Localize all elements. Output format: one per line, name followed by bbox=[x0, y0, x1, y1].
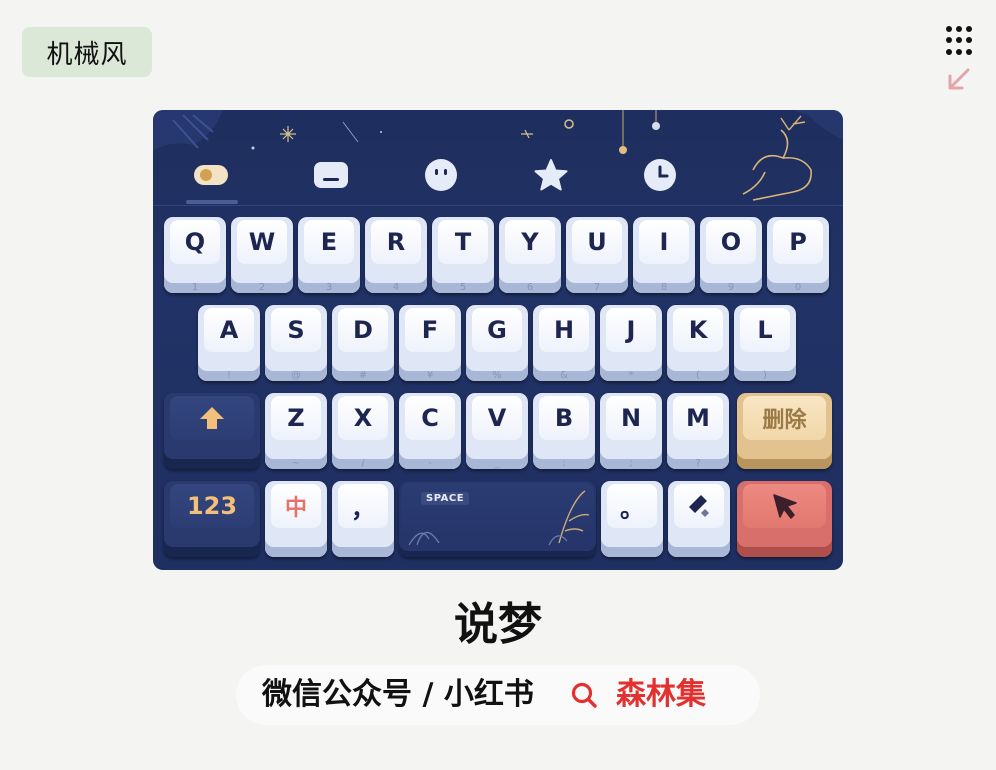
key-t[interactable]: T5 bbox=[432, 217, 494, 293]
key-z[interactable]: Z ~ bbox=[265, 393, 327, 469]
clock-icon[interactable] bbox=[642, 158, 678, 192]
space-key[interactable]: SPACE bbox=[399, 481, 596, 557]
delete-key-label: 删除 bbox=[743, 396, 826, 440]
key-g[interactable]: G% bbox=[466, 305, 528, 381]
arrow-down-left-icon[interactable] bbox=[944, 66, 972, 94]
search-icon bbox=[571, 682, 597, 708]
key-l[interactable]: L) bbox=[734, 305, 796, 381]
number-mode-key[interactable]: 123 bbox=[164, 481, 260, 557]
key-o[interactable]: O9 bbox=[700, 217, 762, 293]
key-n[interactable]: N; bbox=[600, 393, 662, 469]
star-icon[interactable] bbox=[533, 158, 569, 192]
comma-key[interactable]: ， bbox=[332, 481, 394, 557]
key-u[interactable]: U7 bbox=[566, 217, 628, 293]
key-h[interactable]: H & bbox=[533, 305, 595, 381]
brand-name[interactable]: 森林集 bbox=[616, 665, 706, 725]
key-p[interactable]: P0 bbox=[767, 217, 829, 293]
key-k[interactable]: K( bbox=[667, 305, 729, 381]
key-j[interactable]: J * bbox=[600, 305, 662, 381]
grid-menu-icon[interactable] bbox=[946, 26, 976, 56]
key-v[interactable]: V _ bbox=[466, 393, 528, 469]
key-e[interactable]: E3 bbox=[298, 217, 360, 293]
key-q[interactable]: Q1 bbox=[164, 217, 226, 293]
leaf-decoration bbox=[408, 490, 590, 546]
send-key[interactable] bbox=[737, 481, 832, 557]
keyboard-skin-preview: Q1 W2 E3 R4 T5 Y6 U7 I8 O9 P0 A! S @ D # F… bbox=[153, 110, 843, 570]
source-pill: 微信公众号 / 小红书 森林集 bbox=[236, 665, 760, 725]
key-i[interactable]: I8 bbox=[633, 217, 695, 293]
cursor-arrow-icon bbox=[772, 494, 797, 519]
delete-key[interactable]: 删除 bbox=[737, 393, 832, 469]
emoji-icon[interactable] bbox=[423, 158, 459, 192]
key-w[interactable]: W2 bbox=[231, 217, 293, 293]
language-switch-key[interactable]: 中 bbox=[265, 481, 327, 557]
source-text: 微信公众号 / 小红书 bbox=[262, 677, 534, 712]
key-r[interactable]: R4 bbox=[365, 217, 427, 293]
key-x[interactable]: X / bbox=[332, 393, 394, 469]
key-d[interactable]: D # bbox=[332, 305, 394, 381]
pen-key[interactable] bbox=[668, 481, 730, 557]
key-y[interactable]: Y6 bbox=[499, 217, 561, 293]
toggle-icon[interactable] bbox=[193, 158, 229, 192]
keyboard-hide-icon[interactable] bbox=[313, 158, 349, 192]
key-m[interactable]: M? bbox=[667, 393, 729, 469]
key-s[interactable]: S @ bbox=[265, 305, 327, 381]
key-f[interactable]: F ¥ bbox=[399, 305, 461, 381]
key-b[interactable]: B: bbox=[533, 393, 595, 469]
period-key[interactable]: 。 bbox=[601, 481, 663, 557]
style-tag-label: 机械风 bbox=[46, 39, 128, 70]
shift-arrow-icon bbox=[200, 407, 224, 429]
shift-key[interactable] bbox=[164, 393, 260, 469]
style-tag: 机械风 bbox=[22, 27, 152, 77]
toolbar-active-indicator bbox=[186, 200, 238, 204]
page-title: 说梦 bbox=[454, 599, 542, 650]
key-c[interactable]: C- bbox=[399, 393, 461, 469]
pen-icon bbox=[689, 495, 709, 517]
keyboard-toolbar bbox=[153, 110, 843, 206]
key-a[interactable]: A! bbox=[198, 305, 260, 381]
